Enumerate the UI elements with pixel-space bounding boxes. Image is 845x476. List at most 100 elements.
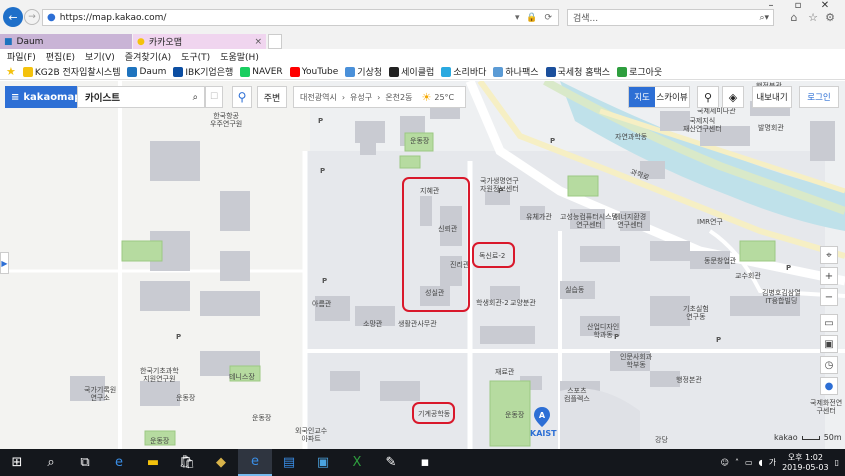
map-label: 운동장 <box>505 411 525 419</box>
tab-daum[interactable]: ■ Daum <box>0 34 132 49</box>
current-location-icon[interactable]: ⌖ <box>820 246 838 264</box>
favorite-item[interactable]: 기상청 <box>345 65 382 78</box>
breadcrumb-district[interactable]: 유성구 <box>350 92 372 103</box>
forward-button[interactable]: → <box>24 9 40 25</box>
area-icon[interactable]: ▣ <box>820 335 838 353</box>
ruler-icon[interactable]: ▭ <box>820 314 838 332</box>
excel-icon[interactable]: X <box>340 449 374 476</box>
map-label: 국제지식 재산연구센터 <box>683 117 722 134</box>
network-icon[interactable]: ▭ <box>745 458 753 467</box>
tab-kakaomap-label: 카카오맵 <box>148 38 182 48</box>
map-controls: ⌖ + − ▭ ▣ ◷ ● <box>820 246 838 398</box>
layers-icon[interactable]: ◈ <box>722 86 744 108</box>
app-icon[interactable]: ✎ <box>374 449 408 476</box>
favorite-item[interactable]: 로그아웃 <box>617 65 662 78</box>
menu-icon[interactable]: ≡ <box>11 92 19 103</box>
map-label: 재료관 <box>495 368 515 376</box>
menu-view[interactable]: 보기(V) <box>85 50 115 63</box>
my-location-pin-icon[interactable]: ⚲ <box>232 86 252 108</box>
map-label: 국가생명연구 자원정보센터 <box>480 177 519 194</box>
search-icon[interactable]: ⌕ <box>193 92 204 103</box>
favorite-item[interactable]: 국세청 홈택스 <box>545 65 610 78</box>
directions-toggle[interactable]: ☐ <box>205 86 223 108</box>
favorite-item[interactable]: Daum <box>127 66 166 77</box>
favorite-item[interactable]: 소리바다 <box>441 65 486 78</box>
menu-file[interactable]: 파일(F) <box>7 50 36 63</box>
favorite-icon <box>493 66 504 77</box>
weather-widget[interactable]: ☀ 25°C <box>421 91 454 104</box>
parking-icon: P <box>786 264 792 272</box>
favorite-icon <box>617 66 628 77</box>
kakaomap-logo[interactable]: ≡ kakaomap <box>5 86 81 108</box>
region-breadcrumb[interactable]: 대전광역시 › 유성구 › 온천2동 ☀ 25°C <box>293 86 466 108</box>
favorite-item[interactable]: YouTube <box>289 66 338 77</box>
menu-tools[interactable]: 도구(T) <box>181 50 210 63</box>
back-button[interactable]: ← <box>3 7 23 27</box>
close-window-button[interactable]: ✕ <box>812 0 838 16</box>
notification-icon[interactable]: ▯ <box>835 458 839 467</box>
close-tab-icon[interactable]: × <box>254 37 266 47</box>
highlight-box-dorm2: 독신료-2 <box>472 242 515 268</box>
menu-help[interactable]: 도움말(H) <box>220 50 259 63</box>
app-icon[interactable]: ◆ <box>204 449 238 476</box>
map-label: 고성능컴퓨터시스템 연구센터 <box>560 213 618 230</box>
menu-bar: 파일(F) 편집(E) 보기(V) 즐겨찾기(A) 도구(T) 도움말(H) <box>0 49 845 64</box>
zoom-out-button[interactable]: − <box>820 288 838 306</box>
nearby-button[interactable]: 주변 <box>257 86 287 108</box>
app-icon[interactable]: ▤ <box>272 449 306 476</box>
favorite-item[interactable]: KG2B 전자입찰시스템 <box>22 65 120 78</box>
scale-bar-line <box>801 435 820 440</box>
skyview-button[interactable]: 스카이뷰 <box>655 87 689 107</box>
distance-icon[interactable]: ◷ <box>820 356 838 374</box>
menu-edit[interactable]: 편집(E) <box>46 50 75 63</box>
location-pin-icon[interactable]: A <box>534 407 550 427</box>
svg-text:A: A <box>539 411 546 420</box>
search-icon[interactable]: ⌕ <box>34 449 68 476</box>
browser-search-placeholder: 검색... <box>573 14 599 24</box>
map-view-toggle: 지도 스카이뷰 <box>628 86 690 108</box>
site-icon: ● <box>47 12 56 23</box>
map-canvas[interactable]: P P P P P P P P P 한국항공 우주연구원 운동장 지혜관 신뢰관 … <box>0 81 845 449</box>
new-tab-button[interactable] <box>268 34 282 49</box>
app-icon[interactable]: ▪ <box>408 449 442 476</box>
system-tray: ☺ ˄ ▭ ◖ 가 오후 1:02 2019-05-03 ▯ <box>721 453 845 472</box>
url-tools-icon[interactable]: ▾ 🔒 ⟳ <box>515 13 558 23</box>
map-view-button[interactable]: 지도 <box>629 87 656 107</box>
roadview-icon[interactable]: ⚲ <box>697 86 719 108</box>
favorite-item[interactable]: IBK기업은행 <box>173 65 233 78</box>
map-label: 기초실험 연구동 <box>683 305 709 322</box>
favorite-item[interactable]: NAVER <box>240 66 283 77</box>
pin-tool-icon[interactable]: ● <box>820 377 838 395</box>
map-label: 실습동 <box>565 286 585 294</box>
people-icon[interactable]: ☺ <box>721 458 729 467</box>
maximize-button[interactable]: ▫ <box>785 0 811 16</box>
minimize-button[interactable]: – <box>758 0 784 16</box>
file-explorer-icon[interactable]: ▬ <box>136 449 170 476</box>
zoom-in-button[interactable]: + <box>820 267 838 285</box>
map-search-field[interactable]: 카이스트 ⌕ <box>77 86 205 108</box>
favorite-label: 하나팩스 <box>505 68 539 78</box>
breadcrumb-city[interactable]: 대전광역시 <box>300 92 337 103</box>
volume-icon[interactable]: ◖ <box>759 458 763 467</box>
expand-panel-button[interactable]: ▶ <box>0 252 9 274</box>
breadcrumb-dong[interactable]: 온천2동 <box>385 92 412 103</box>
chevron-up-icon[interactable]: ˄ <box>735 458 739 467</box>
edge-icon[interactable]: e <box>102 449 136 476</box>
menu-favorites[interactable]: 즐겨찾기(A) <box>125 50 171 63</box>
ime-icon[interactable]: 가 <box>769 457 776 468</box>
store-icon[interactable]: 🛍 <box>170 449 204 476</box>
browser-search-field[interactable]: 검색... ⌕▾ <box>567 9 774 26</box>
parking-icon: P <box>176 333 182 341</box>
internet-explorer-icon[interactable]: e <box>238 449 272 476</box>
daum-favicon-icon: ■ <box>4 36 13 47</box>
export-button[interactable]: 내보내기 <box>752 86 792 108</box>
app-icon[interactable]: ▣ <box>306 449 340 476</box>
favorite-item[interactable]: 세이클럽 <box>389 65 434 78</box>
url-field[interactable]: ● https://map.kakao.com/ ▾ 🔒 ⟳ <box>42 9 559 26</box>
clock[interactable]: 오후 1:02 2019-05-03 <box>782 453 829 472</box>
task-view-icon[interactable]: ⧉ <box>68 449 102 476</box>
favorite-item[interactable]: 하나팩스 <box>493 65 539 78</box>
login-button[interactable]: 로그인 <box>799 86 839 108</box>
start-windows-icon[interactable]: ⊞ <box>0 449 34 476</box>
tab-kakaomap[interactable]: ● 카카오맵 × <box>133 34 266 49</box>
